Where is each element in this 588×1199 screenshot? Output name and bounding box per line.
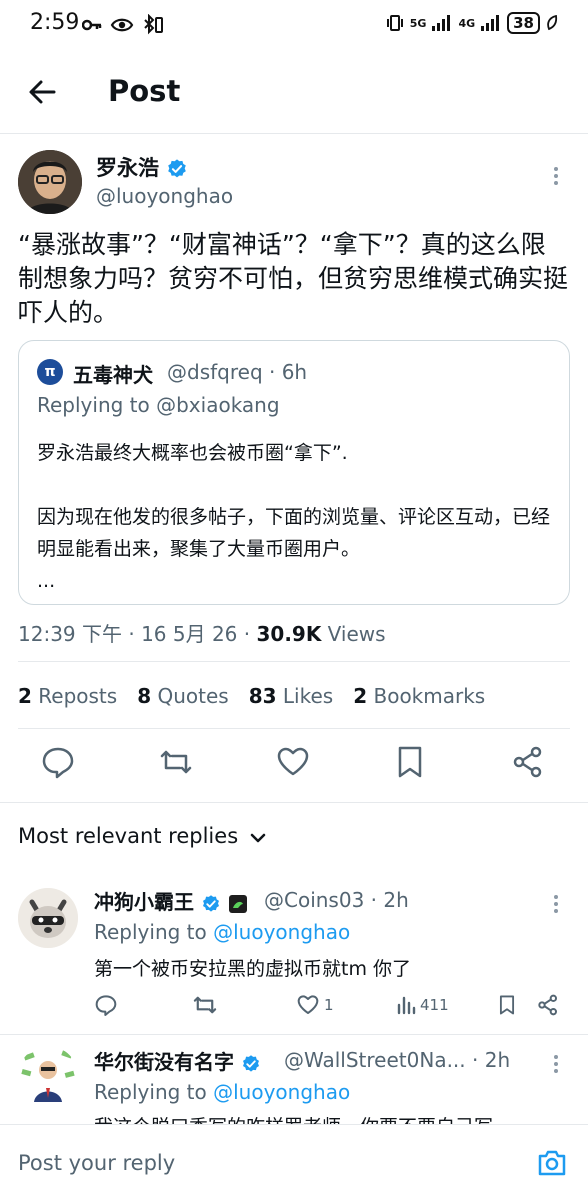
- charging-leaf-icon: [547, 15, 558, 31]
- views-chart-icon: [397, 996, 416, 1015]
- reply-action-reply[interactable]: [94, 992, 118, 1018]
- verified-badge-icon: [168, 159, 187, 178]
- bookmark-icon[interactable]: [392, 744, 428, 780]
- reply-author-name-row[interactable]: 华尔街没有名字: [94, 1046, 261, 1075]
- quoted-author-avatar: π: [37, 359, 63, 385]
- back-arrow-icon[interactable]: [24, 74, 60, 110]
- replying-prefix: Replying to: [94, 920, 214, 944]
- bookmark-icon: [499, 995, 515, 1015]
- page-title: Post: [108, 74, 181, 108]
- quoted-text-line: 因为现在他发的很多帖子，下面的浏览量、评论区互动，已经明显能看出来，聚集了大量币…: [37, 506, 551, 560]
- verified-badge-icon: [242, 1054, 259, 1072]
- author-name[interactable]: 罗永浩: [96, 156, 159, 180]
- avatar-portrait-icon: [18, 150, 82, 214]
- divider: [0, 133, 588, 134]
- reply-author-name-row[interactable]: 冲狗小霸王: [94, 886, 248, 915]
- top-app-bar: Post: [0, 58, 588, 130]
- quoted-author-name: 五毒神犬: [73, 363, 153, 387]
- quoted-text-ellipsis: ...: [37, 570, 56, 592]
- likes-stat[interactable]: 83 Likes: [249, 684, 334, 708]
- reply-more-options-icon[interactable]: [554, 1052, 560, 1076]
- reposts-stat[interactable]: 2 Reposts: [18, 684, 117, 708]
- reply-author-handle[interactable]: @Coins03 · 2h: [264, 888, 409, 912]
- quoted-replying-to: Replying to @bxiaokang: [37, 393, 280, 417]
- post-timestamp: 12:39 下午 · 16 5月 26 ·: [18, 622, 257, 646]
- post-action-bar: [0, 744, 588, 788]
- raccoon-avatar-icon: [18, 888, 78, 948]
- reply-action-repost[interactable]: [192, 992, 218, 1018]
- vibrate-icon: [386, 15, 403, 31]
- reply-avatar[interactable]: [18, 888, 78, 948]
- divider: [0, 802, 588, 803]
- quoted-text-body: 罗永浩最终大概率也会被币圈“拿下”. 因为现在他发的很多帖子，下面的浏览量、评论…: [37, 437, 557, 597]
- like-heart-icon[interactable]: [275, 744, 311, 780]
- verified-badge-icon: [202, 894, 219, 912]
- divider: [0, 1034, 588, 1035]
- status-bar: 2:59 5G 4G 38: [0, 0, 588, 50]
- reply-view-count: 411: [420, 996, 449, 1014]
- divider: [18, 661, 570, 662]
- signal-icon: [432, 15, 451, 31]
- network-4g-label: 4G: [458, 16, 476, 30]
- views-label: Views: [321, 622, 386, 646]
- bookmarks-stat[interactable]: 2 Bookmarks: [353, 684, 485, 708]
- status-right-icons: 5G 4G 38: [386, 12, 558, 34]
- reply-like-count: 1: [324, 996, 334, 1014]
- chevron-down-icon[interactable]: [248, 828, 268, 848]
- reply-replying-to: Replying to @luoyonghao: [94, 920, 350, 944]
- author-handle[interactable]: @luoyonghao: [96, 184, 233, 208]
- reply-input-placeholder[interactable]: Post your reply: [18, 1151, 175, 1175]
- post-stats: 2 Reposts 8 Quotes 83 Likes 2 Bookmarks: [18, 684, 505, 708]
- reply-action-share[interactable]: [536, 992, 560, 1018]
- key-icon: [82, 19, 102, 31]
- reply-more-options-icon[interactable]: [554, 892, 560, 916]
- reply-action-bookmark[interactable]: [496, 992, 518, 1018]
- quoted-text-line: 罗永浩最终大概率也会被币圈“拿下”.: [37, 442, 348, 464]
- money-man-avatar-icon: [18, 1046, 78, 1106]
- network-5g-label: 5G: [409, 16, 427, 30]
- repost-icon[interactable]: [158, 744, 194, 780]
- divider: [18, 728, 570, 729]
- post-meta: 12:39 下午 · 16 5月 26 · 30.9K Views: [18, 618, 386, 647]
- quoted-author-handle: @dsfqreq · 6h: [167, 360, 308, 384]
- bluetooth-battery-icon: [144, 14, 163, 35]
- reply-author-name[interactable]: 华尔街没有名字: [94, 1050, 234, 1074]
- status-time: 2:59: [30, 10, 80, 35]
- post-text: “暴涨故事”？“财富神话”？“拿下”？真的这么限制想象力吗？贫穷不可怕，但贫穷思…: [18, 230, 569, 327]
- reply-author-handle[interactable]: @WallStreet0Na... · 2h: [284, 1048, 510, 1072]
- share-icon: [538, 994, 557, 1016]
- replying-prefix: Replying to: [94, 1080, 214, 1104]
- views-count: 30.9K: [256, 622, 322, 646]
- signal-icon-2: [481, 15, 500, 31]
- affiliate-badge-icon: [228, 894, 247, 913]
- author-name-row[interactable]: 罗永浩: [96, 152, 188, 182]
- battery-level: 38: [507, 12, 540, 34]
- quotes-stat[interactable]: 8 Quotes: [137, 684, 229, 708]
- eye-icon: [110, 18, 134, 32]
- reply-avatar[interactable]: [18, 1046, 78, 1106]
- post-more-options-icon[interactable]: [554, 164, 560, 188]
- reply-replying-to: Replying to @luoyonghao: [94, 1080, 350, 1104]
- reply-author-name[interactable]: 冲狗小霸王: [94, 890, 194, 914]
- replying-handle-link[interactable]: @luoyonghao: [213, 1080, 350, 1104]
- repost-icon: [193, 996, 217, 1014]
- like-heart-icon: [297, 995, 319, 1014]
- reply-action-views[interactable]: 411: [396, 992, 449, 1018]
- reply-icon: [95, 995, 117, 1016]
- reply-text: 第一个被币安拉黑的虚拟币就tm 你了: [94, 958, 411, 980]
- camera-icon[interactable]: [536, 1147, 568, 1179]
- replies-sort-label[interactable]: Most relevant replies: [18, 824, 238, 848]
- quoted-post-card[interactable]: π 五毒神犬 @dsfqreq · 6h Replying to @bxiaok…: [18, 340, 570, 605]
- author-avatar[interactable]: [18, 150, 82, 214]
- replying-handle-link[interactable]: @luoyonghao: [213, 920, 350, 944]
- reply-icon[interactable]: [40, 744, 76, 780]
- reply-composer[interactable]: Post your reply: [0, 1124, 588, 1199]
- status-left-icons: [82, 14, 164, 36]
- share-icon[interactable]: [510, 744, 546, 780]
- reply-action-like[interactable]: 1: [296, 992, 334, 1018]
